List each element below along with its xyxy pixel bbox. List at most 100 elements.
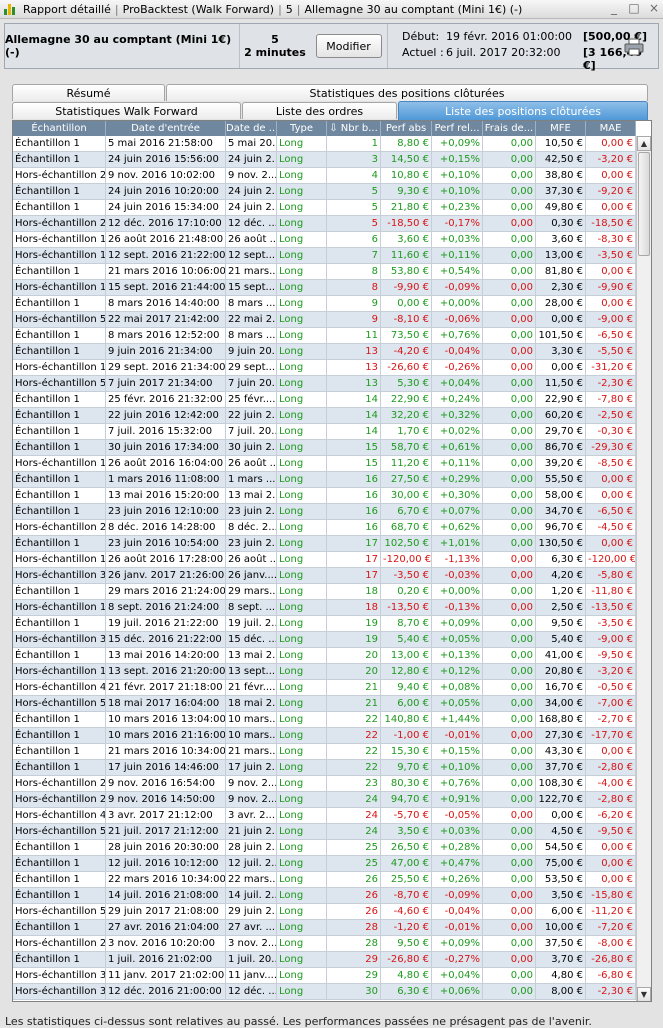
table-row[interactable]: Hors-échantillon 1 13 sept. 2016 21:20:00… — [13, 664, 636, 680]
table-row[interactable]: Échantillon 1 29 mars 2016 21:24:00 29 mar… — [13, 584, 636, 600]
table-row[interactable]: Échantillon 1 21 mars 2016 10:06:00 21 mar… — [13, 264, 636, 280]
modify-button[interactable]: Modifier — [315, 34, 382, 58]
table-row[interactable]: Hors-échantillon 1 26 août 2016 16:04:00 2… — [13, 456, 636, 472]
table-row[interactable]: Échantillon 11 juil. 2016 21:02:00 1 juil… — [13, 952, 636, 968]
table-row[interactable]: Hors-échantillon 18 sept. 2016 21:24:00 8… — [13, 600, 636, 616]
cell-mae: -2,30 € — [586, 376, 636, 391]
cell-mae: -9,90 € — [586, 280, 636, 295]
cell-perf-abs: -8,10 € — [381, 312, 432, 327]
minimize-icon[interactable]: _ — [607, 1, 621, 15]
table-row[interactable]: Hors-échantillon 1 29 sept. 2016 21:34:00… — [13, 360, 636, 376]
table-row[interactable]: Hors-échantillon 1 12 sept. 2016 21:22:00… — [13, 248, 636, 264]
col-fees[interactable]: Frais de... — [483, 121, 536, 136]
scroll-up-icon[interactable]: ▲ — [637, 136, 651, 151]
cell-mfe: 58,00 € — [536, 488, 586, 503]
table-row[interactable]: Hors-échantillon 5 18 mai 2017 16:04:00 18… — [13, 696, 636, 712]
table-row[interactable]: Échantillon 1 28 juin 2016 20:30:00 28 jui… — [13, 840, 636, 856]
table-row[interactable]: Hors-échantillon 3 11 janv. 2017 21:02:00… — [13, 968, 636, 984]
table-row[interactable]: Hors-échantillon 1 26 août 2016 17:28:00 2… — [13, 552, 636, 568]
scroll-down-icon[interactable]: ▼ — [637, 987, 651, 1001]
col-perf-rel[interactable]: Perf rel... — [432, 121, 483, 136]
table-row[interactable]: Échantillon 1 10 mars 2016 21:16:00 10 mar… — [13, 728, 636, 744]
cell-type: Long — [277, 984, 327, 999]
date-range: Début: 19 févr. 2016 01:00:00 [500,00 €]… — [388, 24, 658, 72]
table-row[interactable]: Échantillon 1 25 févr. 2016 21:32:00 25 fé… — [13, 392, 636, 408]
cell-bars: 16 — [327, 504, 381, 519]
table-row[interactable]: Hors-échantillon 5 29 juin 2017 21:08:00 2… — [13, 904, 636, 920]
printer-icon[interactable] — [624, 38, 644, 56]
table-row[interactable]: Hors-échantillon 23 nov. 2016 10:20:00 3 … — [13, 936, 636, 952]
table-row[interactable]: Hors-échantillon 29 nov. 2016 10:02:00 9 … — [13, 168, 636, 184]
cell-perf-rel: +1,01% — [432, 536, 483, 551]
cell-sample: Échantillon 1 — [13, 184, 106, 199]
table-row[interactable]: Échantillon 19 juin 2016 21:34:00 9 juin … — [13, 344, 636, 360]
table-row[interactable]: Échantillon 1 19 juil. 2016 21:22:00 19 ju… — [13, 616, 636, 632]
col-entry-date[interactable]: Date d'entrée — [106, 121, 226, 136]
tab-stats-positions[interactable]: Statistiques des positions clôturées — [166, 84, 648, 101]
table-row[interactable]: Échantillon 17 juil. 2016 15:32:00 7 juil… — [13, 424, 636, 440]
tab-stats-walk-forward[interactable]: Statistiques Walk Forward — [12, 102, 241, 119]
col-mae[interactable]: MAE — [586, 121, 636, 136]
col-sample[interactable]: Échantillon — [13, 121, 106, 136]
table-row[interactable]: Échantillon 1 13 mai 2016 14:20:00 13 mai … — [13, 648, 636, 664]
table-row[interactable]: Hors-échantillon 3 26 janv. 2017 21:26:00… — [13, 568, 636, 584]
cell-mae: -2,50 € — [586, 408, 636, 423]
table-row[interactable]: Échantillon 18 mars 2016 12:52:00 8 mars … — [13, 328, 636, 344]
cell-type: Long — [277, 952, 327, 967]
cell-bars: 15 — [327, 440, 381, 455]
table-row[interactable]: Hors-échantillon 3 15 déc. 2016 21:22:00 1… — [13, 632, 636, 648]
table-row[interactable]: Hors-échantillon 3 12 déc. 2016 21:00:00 1… — [13, 984, 636, 1000]
cell-perf-abs: 30,00 € — [381, 488, 432, 503]
table-row[interactable]: Échantillon 1 22 mars 2016 10:34:00 22 mar… — [13, 872, 636, 888]
table-row[interactable]: Hors-échantillon 43 avr. 2017 21:12:00 3 … — [13, 808, 636, 824]
col-type[interactable]: Type — [277, 121, 327, 136]
table-row[interactable]: Échantillon 1 24 juin 2016 10:20:00 24 jui… — [13, 184, 636, 200]
cell-perf-rel: +0,04% — [432, 968, 483, 983]
table-row[interactable]: Hors-échantillon 1 15 sept. 2016 21:44:00… — [13, 280, 636, 296]
table-row[interactable]: Échantillon 1 30 juin 2016 17:34:00 30 jui… — [13, 440, 636, 456]
cell-sample: Échantillon 1 — [13, 856, 106, 871]
col-perf-abs[interactable]: Perf abs — [381, 121, 432, 136]
cell-entry-date: 19 juil. 2016 21:22:00 — [106, 616, 226, 631]
table-row[interactable]: Hors-échantillon 57 juin 2017 21:34:00 7 … — [13, 376, 636, 392]
table-row[interactable]: Échantillon 1 22 juin 2016 12:42:00 22 jui… — [13, 408, 636, 424]
cell-mfe: 3,50 € — [536, 888, 586, 903]
tab-orders[interactable]: Liste des ordres — [242, 102, 397, 119]
table-row[interactable]: Hors-échantillon 4 21 févr. 2017 21:18:00… — [13, 680, 636, 696]
col-bars[interactable]: ⇩ Nbr b... — [327, 121, 381, 136]
table-row[interactable]: Échantillon 1 23 juin 2016 12:10:00 23 jui… — [13, 504, 636, 520]
table-row[interactable]: Échantillon 11 mars 2016 11:08:00 1 mars … — [13, 472, 636, 488]
table-row[interactable]: Échantillon 1 27 avr. 2016 21:04:00 27 avr… — [13, 920, 636, 936]
table-row[interactable]: Échantillon 15 mai 2016 21:58:00 5 mai 20… — [13, 136, 636, 152]
close-icon[interactable]: × — [647, 1, 661, 15]
table-row[interactable]: Hors-échantillon 2 12 déc. 2016 17:10:00 1… — [13, 216, 636, 232]
table-row[interactable]: Hors-échantillon 29 nov. 2016 14:50:00 9 … — [13, 792, 636, 808]
table-row[interactable]: Hors-échantillon 5 22 mai 2017 21:42:00 22… — [13, 312, 636, 328]
table-row[interactable]: Échantillon 1 24 juin 2016 15:34:00 24 jui… — [13, 200, 636, 216]
scroll-thumb[interactable] — [638, 152, 650, 256]
table-row[interactable]: Échantillon 1 13 mai 2016 15:20:00 13 mai … — [13, 488, 636, 504]
col-mfe[interactable]: MFE — [536, 121, 586, 136]
table-row[interactable]: Hors-échantillon 29 nov. 2016 16:54:00 9 … — [13, 776, 636, 792]
table-row[interactable]: Échantillon 1 14 juil. 2016 21:08:00 14 ju… — [13, 888, 636, 904]
col-exit-date[interactable]: Date de ... — [226, 121, 277, 136]
table-row[interactable]: Échantillon 1 21 mars 2016 10:34:00 21 mar… — [13, 744, 636, 760]
table-row[interactable]: Échantillon 1 23 juin 2016 10:54:00 23 jui… — [13, 536, 636, 552]
table-row[interactable]: Hors-échantillon 5 21 juil. 2017 21:12:00… — [13, 824, 636, 840]
tab-closed-positions[interactable]: Liste des positions clôturées — [398, 101, 648, 120]
table-row[interactable]: Hors-échantillon 28 déc. 2016 14:28:00 8 … — [13, 520, 636, 536]
maximize-icon[interactable]: □ — [627, 1, 641, 15]
table-row[interactable]: Échantillon 18 mars 2016 14:40:00 8 mars … — [13, 296, 636, 312]
cell-bars: 5 — [327, 200, 381, 215]
cell-perf-rel: +0,24% — [432, 392, 483, 407]
table-row[interactable]: Échantillon 1 10 mars 2016 13:04:00 10 mar… — [13, 712, 636, 728]
tab-resume[interactable]: Résumé — [12, 84, 165, 101]
cell-entry-date: 26 août 2016 16:04:00 — [106, 456, 226, 471]
table-row[interactable]: Échantillon 1 17 juin 2016 14:46:00 17 jui… — [13, 760, 636, 776]
table-row[interactable]: Échantillon 1 12 juil. 2016 10:12:00 12 ju… — [13, 856, 636, 872]
vertical-scrollbar[interactable]: ▲ ▼ — [636, 136, 651, 1001]
cell-bars: 13 — [327, 344, 381, 359]
table-row[interactable]: Hors-échantillon 1 26 août 2016 21:48:00 2… — [13, 232, 636, 248]
table-row[interactable]: Échantillon 1 24 juin 2016 15:56:00 24 jui… — [13, 152, 636, 168]
cell-fees: 0,00 — [483, 664, 536, 679]
